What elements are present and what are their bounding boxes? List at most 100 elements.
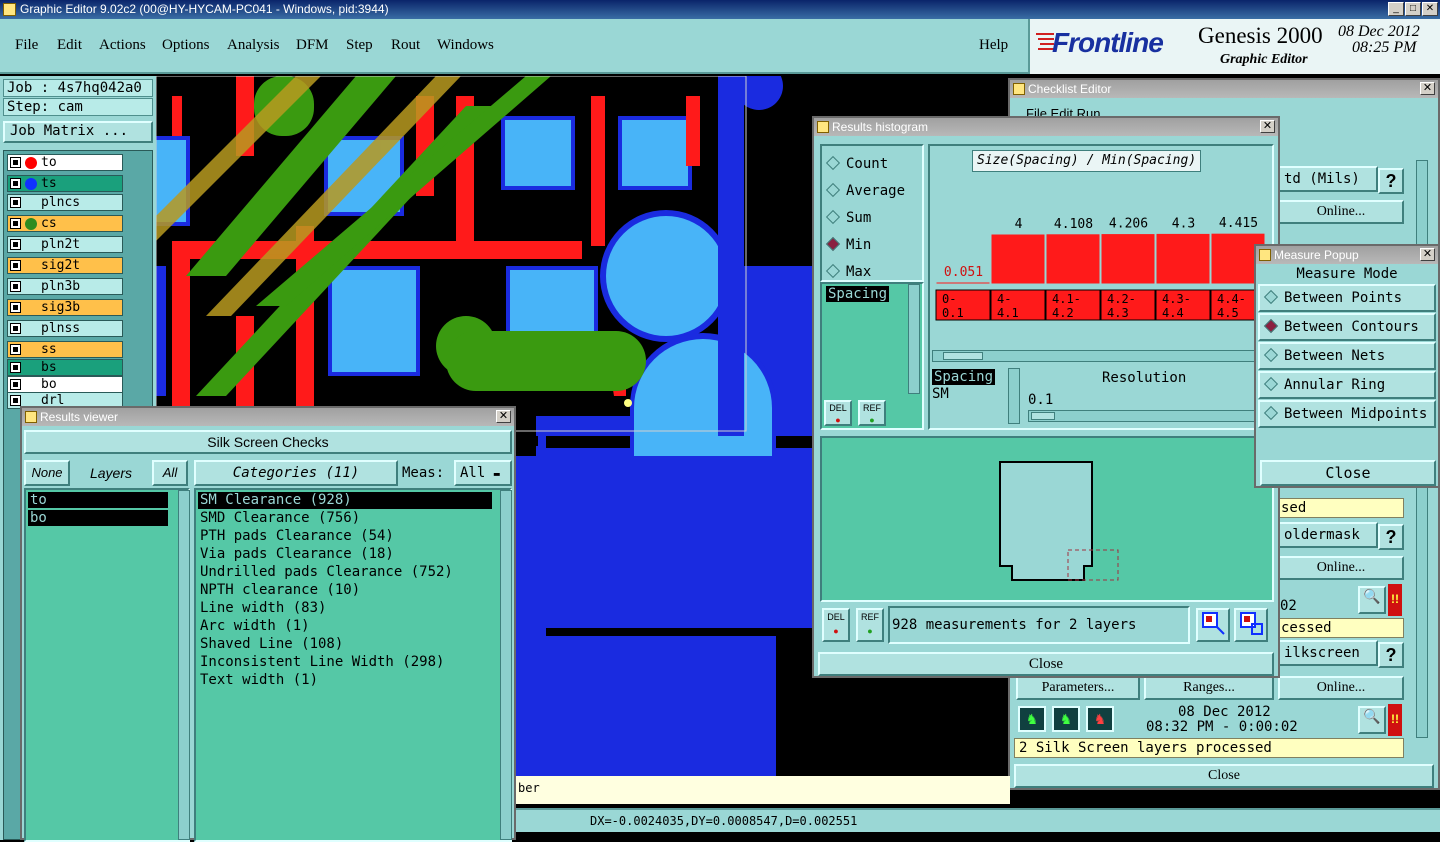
histogram-bar[interactable] bbox=[1155, 232, 1211, 285]
category-item[interactable]: Undrilled pads Clearance (752) bbox=[198, 564, 492, 581]
layer-pln2t[interactable]: pln2t bbox=[7, 236, 123, 253]
measure-close-icon[interactable]: ✕ bbox=[1420, 248, 1435, 261]
spacing-sm-scrollbar[interactable] bbox=[1008, 368, 1020, 424]
rv-layer-item[interactable]: to bbox=[28, 492, 168, 508]
results-viewer-close-icon[interactable]: ✕ bbox=[496, 410, 511, 423]
job-matrix-button[interactable]: Job Matrix ... bbox=[3, 121, 153, 143]
category-item[interactable]: Inconsistent Line Width (298) bbox=[198, 654, 492, 671]
layer-checkbox[interactable] bbox=[10, 344, 21, 355]
radio-icon[interactable] bbox=[825, 236, 841, 252]
del-button-bottom[interactable]: DEL ● bbox=[822, 608, 850, 642]
spacing-item[interactable]: Spacing bbox=[826, 286, 890, 302]
help-button-1[interactable]: ? bbox=[1378, 168, 1404, 194]
online-button-3[interactable]: Online... bbox=[1278, 676, 1404, 700]
menu-rout[interactable]: Rout bbox=[391, 37, 420, 54]
layer-bo[interactable]: bo bbox=[7, 376, 123, 393]
category-item[interactable]: SM Clearance (928) bbox=[198, 492, 492, 509]
measure-close-button[interactable]: Close bbox=[1260, 460, 1436, 486]
layer-checkbox[interactable] bbox=[10, 260, 21, 271]
export-icon[interactable] bbox=[1196, 608, 1230, 642]
histogram-hscrollbar[interactable] bbox=[932, 350, 1268, 362]
category-item[interactable]: Text width (1) bbox=[198, 672, 492, 689]
radio-icon[interactable] bbox=[1263, 347, 1279, 363]
category-list[interactable]: SM Clearance (928) SMD Clearance (756) PTH… bbox=[194, 488, 512, 842]
layer-plncs[interactable]: plncs bbox=[7, 194, 123, 211]
radio-icon[interactable] bbox=[825, 182, 841, 198]
spacing-scrollbar[interactable] bbox=[908, 284, 920, 394]
layer-to[interactable]: to bbox=[7, 154, 123, 171]
histogram-bar[interactable] bbox=[1045, 233, 1101, 285]
layer-bs[interactable]: bs bbox=[7, 359, 123, 376]
zoom-icon-1[interactable]: 🔍 bbox=[1358, 586, 1386, 614]
run-icon-3[interactable]: ♞ bbox=[1086, 706, 1114, 732]
measure-option[interactable]: Between Midpoints bbox=[1258, 400, 1436, 428]
layer-checkbox[interactable] bbox=[10, 239, 21, 250]
checks-heading[interactable]: Silk Screen Checks bbox=[24, 430, 512, 454]
layer-ss[interactable]: ss bbox=[7, 341, 123, 358]
radio-icon[interactable] bbox=[1263, 289, 1279, 305]
layer-checkbox[interactable] bbox=[10, 323, 21, 334]
layer-checkbox[interactable] bbox=[10, 281, 21, 292]
menu-actions[interactable]: Actions bbox=[99, 37, 146, 54]
zoom-icon-2[interactable]: 🔍 bbox=[1358, 706, 1386, 734]
category-item[interactable]: PTH pads Clearance (54) bbox=[198, 528, 492, 545]
category-item[interactable]: Via pads Clearance (18) bbox=[198, 546, 492, 563]
menu-analysis[interactable]: Analysis bbox=[227, 37, 280, 54]
minimize-button[interactable]: _ bbox=[1388, 2, 1404, 16]
resolution-slider-thumb[interactable] bbox=[1031, 412, 1055, 420]
ranges-button[interactable]: Ranges... bbox=[1144, 676, 1274, 700]
help-button-2[interactable]: ? bbox=[1378, 524, 1404, 550]
radio-icon[interactable] bbox=[825, 209, 841, 225]
menu-edit[interactable]: Edit bbox=[57, 37, 82, 54]
layer-pln3b[interactable]: pln3b bbox=[7, 278, 123, 295]
online-button-2[interactable]: Online... bbox=[1278, 556, 1404, 580]
measure-option[interactable]: Between Nets bbox=[1258, 342, 1436, 370]
layer-checkbox[interactable] bbox=[10, 395, 21, 406]
layer-checkbox[interactable] bbox=[10, 178, 21, 189]
ref-button-bottom[interactable]: REF ● bbox=[856, 608, 884, 642]
parameters-button[interactable]: Parameters... bbox=[1016, 676, 1140, 700]
mode-sum[interactable]: Sum bbox=[825, 206, 871, 228]
radio-icon[interactable] bbox=[1263, 376, 1279, 392]
del-button-top[interactable]: DEL ● bbox=[824, 400, 852, 426]
layer-checkbox[interactable] bbox=[10, 302, 21, 313]
radio-icon[interactable] bbox=[825, 155, 841, 171]
layer-sig2t[interactable]: sig2t bbox=[7, 257, 123, 274]
layer-cs[interactable]: cs bbox=[7, 215, 123, 232]
measure-option[interactable]: Annular Ring bbox=[1258, 371, 1436, 399]
layer-sig3b[interactable]: sig3b bbox=[7, 299, 123, 316]
histogram-bar[interactable] bbox=[935, 281, 991, 285]
measure-option[interactable]: Between Points bbox=[1258, 284, 1436, 312]
ref-button-top[interactable]: REF ● bbox=[858, 400, 886, 426]
categories-scrollbar[interactable] bbox=[500, 490, 512, 840]
measure-option[interactable]: Between Contours bbox=[1258, 313, 1436, 341]
checklist-close-icon[interactable]: ✕ bbox=[1420, 82, 1435, 95]
menu-step[interactable]: Step bbox=[346, 37, 373, 54]
run-icon-1[interactable]: ♞ bbox=[1018, 706, 1046, 732]
layer-checkbox[interactable] bbox=[10, 379, 21, 390]
histogram-close-button[interactable]: Close bbox=[818, 652, 1274, 676]
category-item[interactable]: Line width (83) bbox=[198, 600, 492, 617]
radio-icon[interactable] bbox=[1263, 405, 1279, 421]
hscroll-thumb[interactable] bbox=[943, 352, 983, 360]
layer-checkbox[interactable] bbox=[10, 218, 21, 229]
histogram-bar[interactable] bbox=[990, 233, 1046, 285]
layer-plnss[interactable]: plnss bbox=[7, 320, 123, 337]
histogram-bar[interactable] bbox=[1100, 233, 1156, 285]
radio-icon[interactable] bbox=[825, 263, 841, 279]
menu-options[interactable]: Options bbox=[162, 37, 210, 54]
online-button-1[interactable]: Online... bbox=[1278, 200, 1404, 224]
checklist-close-button[interactable]: Close bbox=[1014, 764, 1434, 788]
meas-select[interactable]: All ▬ bbox=[454, 460, 512, 486]
category-item[interactable]: NPTH clearance (10) bbox=[198, 582, 492, 599]
histogram-close-icon[interactable]: ✕ bbox=[1260, 120, 1275, 133]
maximize-button[interactable]: □ bbox=[1405, 2, 1421, 16]
menu-file[interactable]: File bbox=[15, 37, 38, 54]
mode-min[interactable]: Min bbox=[825, 233, 871, 255]
menu-dfm[interactable]: DFM bbox=[296, 37, 329, 54]
mode-average[interactable]: Average bbox=[825, 179, 905, 201]
layer-ts[interactable]: ts bbox=[7, 175, 123, 192]
run-icon-2[interactable]: ♞ bbox=[1052, 706, 1080, 732]
menu-help[interactable]: Help bbox=[979, 37, 1008, 54]
menu-windows[interactable]: Windows bbox=[437, 37, 494, 54]
